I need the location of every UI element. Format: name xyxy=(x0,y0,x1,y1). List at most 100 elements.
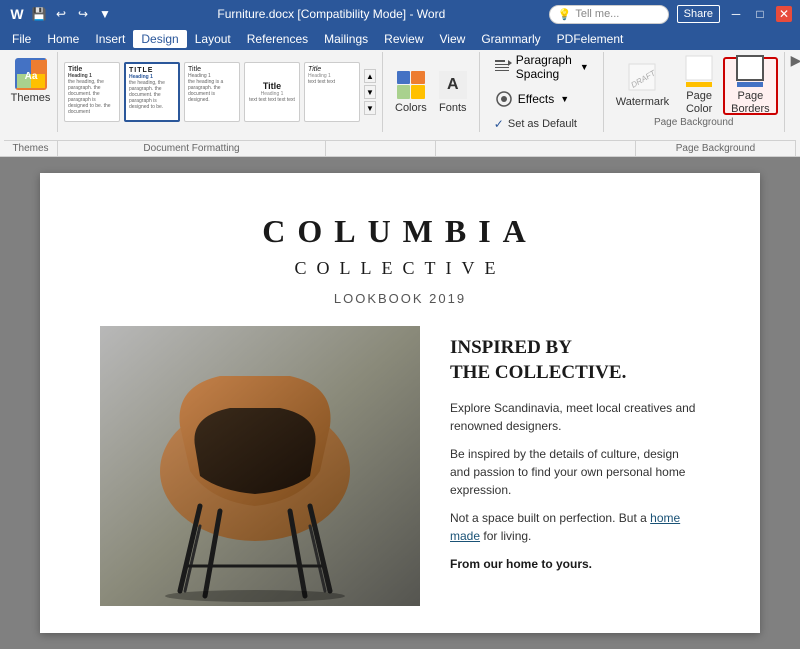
watermark-button[interactable]: DRAFT Watermark xyxy=(610,57,675,115)
close-btn[interactable]: ✕ xyxy=(776,6,792,22)
colors-fonts-group-label xyxy=(326,141,436,156)
page-color-button[interactable]: PageColor xyxy=(677,57,721,115)
menu-grammarly[interactable]: Grammarly xyxy=(473,30,548,48)
doc-format-thumb-5[interactable]: Title Heading 1 text text text xyxy=(304,62,360,122)
page-color-label: PageColor xyxy=(686,90,712,116)
effects-dropdown-arrow: ▼ xyxy=(560,94,569,104)
page-borders-svg xyxy=(735,54,765,88)
color-sq-3 xyxy=(397,85,411,99)
ribbon-expand-area: ▶ xyxy=(785,52,800,69)
themes-svg: Aa xyxy=(17,60,45,88)
menu-home[interactable]: Home xyxy=(39,30,87,48)
title-bar: W 💾 ↩ ↪ ▼ Furniture.docx [Compatibility … xyxy=(0,0,800,28)
colors-label: Colors xyxy=(395,102,427,114)
document-area: COLUMBIA COLLECTIVE LOOKBOOK 2019 xyxy=(0,157,800,649)
qat-dropdown[interactable]: ▼ xyxy=(96,5,114,23)
fonts-label: Fonts xyxy=(439,102,467,114)
ribbon-expand-arrow[interactable]: ▶ xyxy=(791,52,800,69)
scroll-down-arrow[interactable]: ▼ xyxy=(364,85,376,99)
color-sq-1 xyxy=(397,71,411,85)
ribbon: Aa Themes Title Heading 1 the heading, t… xyxy=(0,50,800,157)
svg-text:Aa: Aa xyxy=(24,71,37,82)
colors-button[interactable]: Colors xyxy=(389,63,433,121)
minimize-btn[interactable]: ─ xyxy=(728,6,744,22)
ribbon-groups: Aa Themes Title Heading 1 the heading, t… xyxy=(4,52,796,140)
fonts-button[interactable]: A Fonts xyxy=(433,63,473,121)
effects-label: Effects xyxy=(518,92,554,106)
color-sq-2 xyxy=(411,71,425,85)
menu-review[interactable]: Review xyxy=(376,30,431,48)
redo-btn[interactable]: ↪ xyxy=(74,5,92,23)
scroll-up-arrow[interactable]: ▲ xyxy=(364,69,376,83)
menu-design[interactable]: Design xyxy=(133,30,186,48)
undo-btn[interactable]: ↩ xyxy=(52,5,70,23)
doc-format-thumb-2[interactable]: TITLE Heading 1 the heading, the paragra… xyxy=(124,62,180,122)
document-para2: Be inspired by the details of culture, d… xyxy=(450,445,700,499)
effects-button[interactable]: Effects ▼ xyxy=(490,87,593,111)
thumb3-title: Title xyxy=(188,66,236,73)
document-para4: From our home to yours. xyxy=(450,555,700,573)
menu-mailings[interactable]: Mailings xyxy=(316,30,376,48)
thumb2-text: the heading, the paragraph. the document… xyxy=(129,80,175,110)
share-btn[interactable]: Share xyxy=(677,5,720,23)
themes-button[interactable]: Aa Themes xyxy=(7,56,55,106)
save-btn[interactable]: 💾 xyxy=(30,5,48,23)
document-content-row: INSPIRED BY THE COLLECTIVE. Explore Scan… xyxy=(100,326,700,606)
page-borders-button[interactable]: PageBorders xyxy=(723,57,778,115)
themes-group-label: Themes xyxy=(4,141,58,156)
title-bar-left: W 💾 ↩ ↪ ▼ xyxy=(8,5,114,23)
ribbon-content-area: Aa Themes Title Heading 1 the heading, t… xyxy=(0,50,800,157)
page-bg-group-label: Page Background xyxy=(636,141,796,156)
heading-line2: THE COLLECTIVE. xyxy=(450,362,626,383)
colors-icon xyxy=(397,71,425,99)
scroll-more-arrow[interactable]: ▼ xyxy=(364,101,376,115)
document-main-title: COLUMBIA xyxy=(100,213,700,250)
watermark-svg: DRAFT xyxy=(627,62,657,92)
menu-pdfelement[interactable]: PDFelement xyxy=(549,30,632,48)
color-sq-4 xyxy=(411,85,425,99)
document-para3: Not a space built on perfection. But a h… xyxy=(450,509,700,545)
para-effects-group: Paragraph Spacing ▼ Effects ▼ ✓ Set xyxy=(480,52,604,132)
checkmark-icon: ✓ xyxy=(494,117,504,131)
doc-format-thumb-4[interactable]: Title Heading 1 text text text text text xyxy=(244,62,300,122)
menu-bar: File Home Insert Design Layout Reference… xyxy=(0,28,800,50)
window-controls: 💡 Tell me... Share ─ □ ✕ xyxy=(549,5,792,24)
para3-end-text: for living. xyxy=(483,529,531,543)
colors-fonts-group: Colors A Fonts xyxy=(383,52,480,132)
ribbon-labels: Themes Document Formatting Page Backgrou… xyxy=(4,140,796,156)
para-effects-group-label xyxy=(436,141,636,156)
thumb4-title: Title xyxy=(263,81,281,91)
effects-svg xyxy=(495,90,513,108)
themes-group: Aa Themes xyxy=(4,52,58,132)
doc-format-group: Title Heading 1 the heading, the paragra… xyxy=(58,52,383,132)
document-image xyxy=(100,326,420,606)
heading-line1: INSPIRED BY xyxy=(450,337,572,358)
para-spacing-svg xyxy=(494,58,512,76)
menu-file[interactable]: File xyxy=(4,30,39,48)
doc-format-thumb-3[interactable]: Title Heading 1 the heading is a paragra… xyxy=(184,62,240,122)
paragraph-spacing-button[interactable]: Paragraph Spacing ▼ xyxy=(490,51,593,83)
tell-me-bar[interactable]: 💡 Tell me... xyxy=(549,5,669,24)
thumb5-text: text text text xyxy=(308,79,356,85)
word-icon: W xyxy=(8,5,26,23)
menu-layout[interactable]: Layout xyxy=(187,30,239,48)
document-subtitle: COLLECTIVE xyxy=(100,258,700,279)
chair-svg xyxy=(100,326,420,606)
maximize-btn[interactable]: □ xyxy=(752,6,768,22)
paragraph-spacing-label: Paragraph Spacing xyxy=(516,53,574,81)
doc-format-group-label: Document Formatting xyxy=(58,141,326,156)
themes-icon: Aa xyxy=(15,58,47,90)
lightbulb-icon: 💡 xyxy=(558,8,572,21)
menu-view[interactable]: View xyxy=(432,30,474,48)
set-as-default-button[interactable]: ✓ Set as Default xyxy=(490,115,593,133)
doc-format-thumb-1[interactable]: Title Heading 1 the heading, the paragra… xyxy=(64,62,120,122)
window-title: Furniture.docx [Compatibility Mode] - Wo… xyxy=(217,7,445,21)
effects-icon xyxy=(494,89,514,109)
menu-insert[interactable]: Insert xyxy=(87,30,133,48)
menu-references[interactable]: References xyxy=(239,30,316,48)
page-borders-label: PageBorders xyxy=(731,90,770,116)
document-lookbook: LOOKBOOK 2019 xyxy=(100,291,700,306)
tell-me-text: Tell me... xyxy=(575,8,619,20)
thumb2-title: TITLE xyxy=(129,67,175,74)
thumb5-title: Title xyxy=(308,66,356,73)
